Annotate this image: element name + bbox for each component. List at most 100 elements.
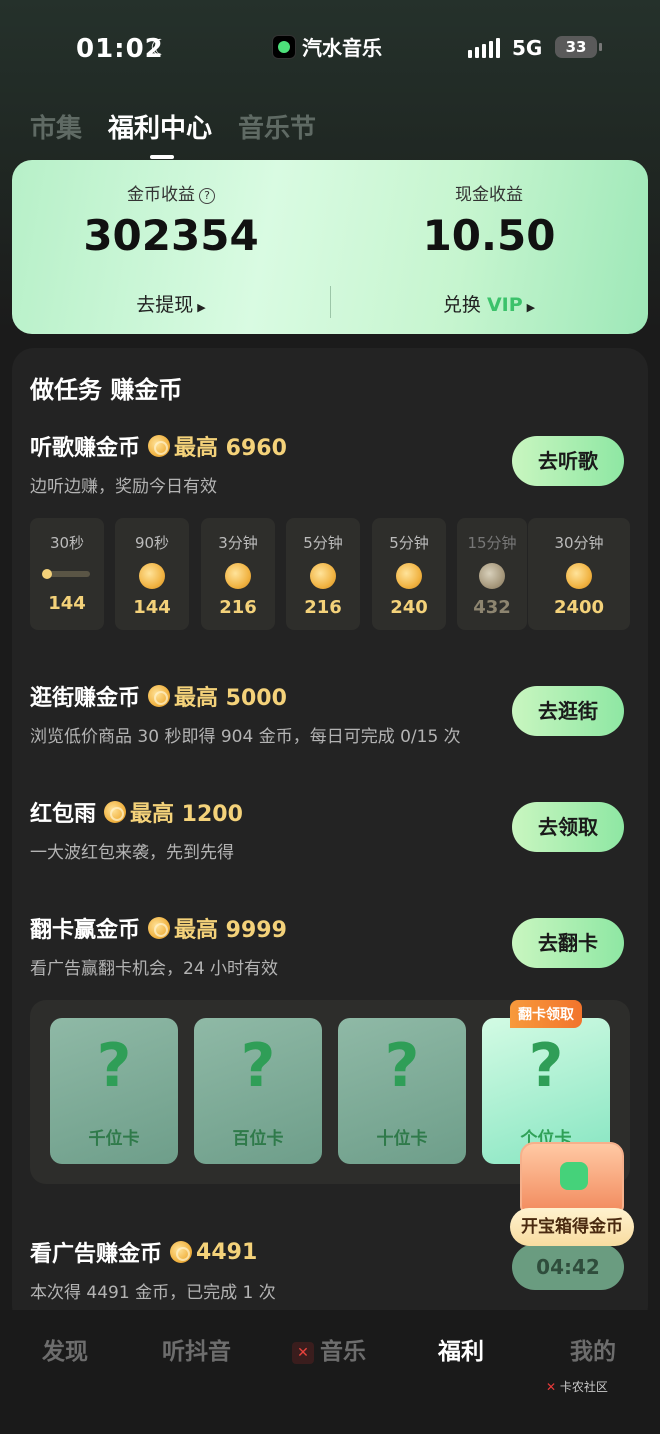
redpack-task-max: 最高 1200	[130, 802, 243, 827]
chip-duration: 30分钟	[554, 534, 604, 552]
reward-chip[interactable]: 5分钟 240	[372, 518, 446, 630]
listen-task-max: 最高 6960	[174, 436, 287, 461]
nav-me[interactable]: 我的	[570, 1332, 616, 1366]
coin-earnings-value: 302354	[83, 211, 259, 260]
tab-welfare-center[interactable]: 福利中心	[108, 108, 212, 159]
play-arrow-icon: ▶	[197, 301, 206, 314]
flip-card-hundreds[interactable]: ? 百位卡	[194, 1018, 322, 1164]
play-arrow-icon: ▶	[526, 301, 536, 314]
flip-task-max: 最高 9999	[174, 918, 287, 943]
redpack-task: 红包雨 最高 1200 一大波红包来袭，先到先得 去领取	[30, 796, 630, 863]
chip-amount: 144	[133, 597, 171, 618]
app-badge: 汽水音乐	[272, 32, 382, 61]
coin-icon	[148, 685, 171, 707]
ad-task-title: 看广告赚金币	[30, 1242, 163, 1267]
chip-amount: 2400	[553, 597, 605, 618]
battery-icon: 33	[555, 36, 602, 58]
coin-icon	[225, 563, 251, 589]
shop-task-max: 最高 5000	[174, 686, 287, 711]
flip-card-thousands[interactable]: ? 千位卡	[50, 1018, 178, 1164]
question-mark-icon: ?	[384, 1031, 420, 1101]
chip-duration: 15分钟	[467, 534, 517, 552]
coin-earnings: 金币收益? 302354	[12, 180, 330, 260]
reward-chip[interactable]: 3分钟 216	[201, 518, 275, 630]
listen-reward-chips: 30秒 144 90秒 144 3分钟 216 5分钟 216 5分钟 240 …	[30, 518, 630, 630]
help-icon[interactable]: ?	[199, 188, 215, 204]
chip-amount: 216	[219, 597, 257, 618]
withdraw-link-label: 去提现	[136, 294, 194, 316]
nav-music-label: 音乐	[320, 1339, 366, 1365]
chip-amount: 144	[48, 593, 86, 614]
flip-task-title: 翻卡赢金币	[30, 918, 141, 943]
app-name: 汽水音乐	[302, 36, 382, 60]
chip-duration: 5分钟	[303, 534, 343, 552]
reward-chip[interactable]: 30秒 144	[30, 518, 104, 630]
nav-welfare[interactable]: 福利	[438, 1332, 484, 1366]
go-shop-button[interactable]: 去逛街	[512, 686, 624, 736]
coin-icon	[148, 435, 171, 457]
top-tabs: 市集 福利中心 音乐节	[30, 108, 316, 159]
shop-task: 逛街赚金币 最高 5000 浏览低价商品 30 秒即得 904 金币，每日可完成 …	[30, 680, 630, 747]
listen-task: 听歌赚金币 最高 6960 边听边赚，奖励今日有效 去听歌	[30, 430, 630, 497]
withdraw-link[interactable]: 去提现 ▶	[12, 290, 330, 317]
claim-redpack-button[interactable]: 去领取	[512, 802, 624, 852]
coin-earnings-label: 金币收益	[127, 185, 195, 205]
redpack-task-title: 红包雨	[30, 802, 97, 827]
nav-music[interactable]: ✕ 音乐	[292, 1332, 366, 1366]
signal-icon	[468, 38, 500, 58]
ad-countdown-button[interactable]: 04:42	[512, 1244, 624, 1290]
cash-earnings: 现金收益 10.50	[330, 180, 648, 260]
tab-music-festival[interactable]: 音乐节	[238, 108, 316, 145]
watermark: ✕ 卡农社区	[546, 1380, 608, 1394]
reward-chip[interactable]: 15分钟 432	[457, 518, 527, 630]
chip-duration: 3分钟	[218, 534, 258, 552]
nav-discover[interactable]: 发现	[42, 1332, 88, 1366]
coin-icon	[566, 563, 592, 589]
coin-icon	[139, 563, 165, 589]
reward-chip[interactable]: 5分钟 216	[286, 518, 360, 630]
vip-label: VIP	[486, 294, 523, 316]
treasure-label: 开宝箱得金币	[510, 1208, 634, 1246]
go-flip-button[interactable]: 去翻卡	[512, 918, 624, 968]
shop-task-title: 逛街赚金币	[30, 686, 141, 711]
status-bar: 01:02 ☾ 汽水音乐 5G 33	[0, 30, 660, 70]
reward-chip[interactable]: 30分钟 2400	[528, 518, 630, 630]
panel-title: 做任务 赚金币	[30, 376, 183, 404]
coin-icon	[104, 801, 127, 823]
reward-chip[interactable]: 90秒 144	[115, 518, 189, 630]
listen-task-title: 听歌赚金币	[30, 436, 141, 461]
moon-icon: ☾	[150, 36, 170, 61]
chip-duration: 30秒	[49, 534, 85, 552]
app-logo-icon	[272, 34, 296, 59]
coin-icon	[310, 563, 336, 589]
cash-earnings-label: 现金收益	[455, 185, 523, 205]
chip-amount: 216	[304, 597, 342, 618]
nav-listen-douyin[interactable]: 听抖音	[162, 1332, 231, 1366]
question-mark-icon: ?	[96, 1031, 132, 1101]
treasure-chest-button[interactable]: 开宝箱得金币	[510, 1138, 634, 1248]
coin-icon	[479, 563, 505, 589]
network-type: 5G	[512, 36, 543, 60]
question-mark-icon: ?	[528, 1031, 564, 1101]
progress-bar	[42, 569, 90, 579]
chip-amount: 240	[390, 597, 428, 618]
watermark-text: 卡农社区	[559, 1380, 608, 1394]
go-listen-button[interactable]: 去听歌	[512, 436, 624, 486]
flip-card-label: 十位卡	[376, 1129, 428, 1149]
chip-amount: 432	[473, 597, 511, 618]
chip-duration: 90秒	[134, 534, 170, 552]
tab-market[interactable]: 市集	[30, 108, 82, 145]
flip-card-tens[interactable]: ? 十位卡	[338, 1018, 466, 1164]
flip-card-label: 百位卡	[232, 1129, 284, 1149]
music-icon: ✕	[292, 1342, 314, 1364]
exchange-vip-link[interactable]: 兑换 VIP ▶	[330, 290, 648, 317]
question-mark-icon: ?	[240, 1031, 276, 1101]
flip-claim-badge: 翻卡领取	[510, 1000, 582, 1028]
coin-icon	[148, 917, 171, 939]
ad-task-max: 4491	[196, 1239, 258, 1265]
coin-icon	[396, 563, 422, 589]
flip-task: 翻卡赢金币 最高 9999 看广告赢翻卡机会，24 小时有效 去翻卡	[30, 912, 630, 979]
flip-card-label: 千位卡	[88, 1129, 140, 1149]
coin-icon	[170, 1241, 193, 1263]
earnings-card: 金币收益? 302354 现金收益 10.50 去提现 ▶ 兑换 VIP ▶	[12, 160, 648, 334]
